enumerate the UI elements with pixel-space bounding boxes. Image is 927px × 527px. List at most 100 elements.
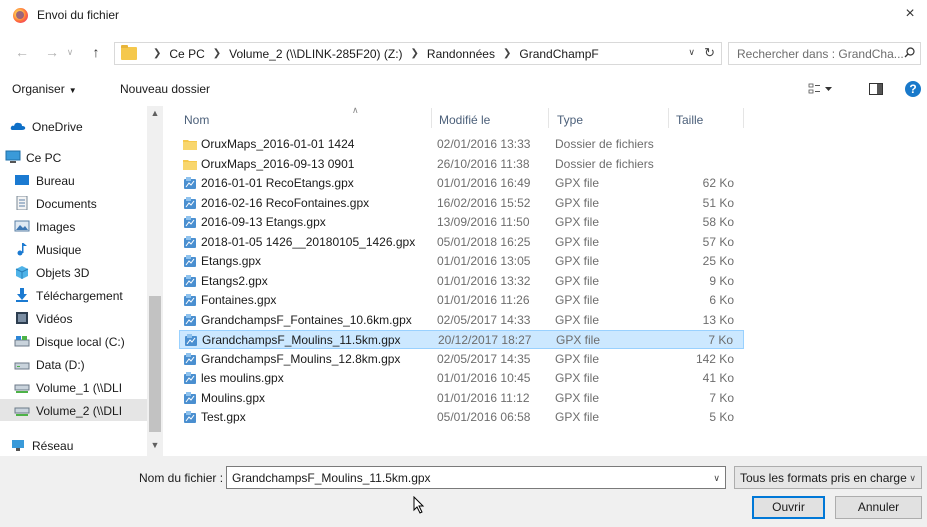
file-row[interactable]: 2016-01-01 RecoEtangs.gpx 01/01/2016 16:4… (179, 174, 744, 193)
column-divider[interactable] (668, 108, 669, 128)
sidebar-item-volume-1[interactable]: Volume_1 (\\DLI (0, 376, 147, 398)
music-icon (17, 243, 27, 256)
file-row[interactable]: Moulins.gpx 01/01/2016 11:12 GPX file 7 Ko (179, 389, 744, 408)
sidebar-item-documents[interactable]: Documents (0, 192, 147, 214)
gpx-file-icon (185, 334, 197, 346)
file-row[interactable]: 2018-01-05 1426__20180105_1426.gpx 05/01/… (179, 233, 744, 252)
sidebar-item-onedrive[interactable]: OneDrive (0, 115, 147, 137)
organize-button[interactable]: Organiser ▼ (12, 82, 77, 96)
sidebar-item-label: OneDrive (32, 120, 83, 134)
scroll-up-icon[interactable]: ▲ (147, 108, 163, 122)
breadcrumb-item[interactable]: Volume_2 (\\DLINK-285F20) (Z:) (229, 47, 402, 61)
images-icon (14, 220, 30, 232)
documents-icon (16, 196, 28, 210)
back-arrow-icon[interactable]: ← (14, 44, 30, 60)
file-name: Etangs2.gpx (201, 273, 268, 288)
column-header-name[interactable]: Nom (184, 113, 209, 137)
gpx-file-icon (184, 411, 196, 423)
sidebar-item-ce-pc[interactable]: Ce PC (0, 146, 147, 168)
file-modified: 01/01/2016 13:32 (437, 273, 531, 288)
breadcrumb-item[interactable]: Randonnées (427, 47, 495, 61)
close-button[interactable]: × (899, 3, 921, 25)
file-name: Test.gpx (201, 410, 246, 424)
file-type: GPX file (555, 195, 600, 210)
file-size: 5 Ko (709, 410, 734, 424)
view-options-icon[interactable] (808, 83, 832, 95)
file-row[interactable]: Etangs2.gpx 01/01/2016 13:32 GPX file 9 Ko (179, 272, 744, 291)
gpx-file-icon (184, 196, 196, 209)
sidebar-item-bureau[interactable]: Bureau (0, 169, 147, 191)
address-dropdown-icon[interactable]: ∨ (688, 47, 695, 58)
gpx-file-icon (184, 216, 196, 228)
download-icon (16, 288, 28, 302)
gpx-file-icon (184, 313, 196, 326)
file-row[interactable]: GrandchampsF_Moulins_11.5km.gpx 20/12/201… (179, 330, 744, 349)
file-type: GPX file (555, 273, 600, 288)
dialog-footer: Nom du fichier : GrandchampsF_Moulins_11… (0, 456, 927, 527)
sidebar-item-images[interactable]: Images (0, 215, 147, 237)
breadcrumb-item[interactable]: GrandChampF (519, 47, 598, 61)
column-header-type[interactable]: Type (557, 113, 583, 137)
file-row[interactable]: 2016-09-13 Etangs.gpx 13/09/2016 11:50 GPX… (179, 213, 744, 232)
cancel-button[interactable]: Annuler (835, 496, 922, 519)
sidebar-item-reseau[interactable]: Réseau (0, 434, 147, 456)
sidebar-item-volume-2[interactable]: Volume_2 (\\DLI (0, 399, 147, 421)
file-row[interactable]: Test.gpx 05/01/2016 06:58 GPX file 5 Ko (179, 408, 744, 427)
file-modified: 01/01/2016 11:12 (437, 390, 530, 405)
sidebar-item-label: Documents (36, 197, 97, 211)
file-row[interactable]: Fontaines.gpx 01/01/2016 11:26 GPX file 6 K… (179, 291, 744, 310)
preview-pane-icon[interactable] (869, 83, 883, 95)
sidebar-scrollbar[interactable]: ▲ ▼ (147, 106, 163, 456)
file-modified: 26/10/2016 11:38 (437, 156, 530, 171)
column-divider[interactable] (743, 108, 744, 128)
file-name: les moulins.gpx (201, 371, 284, 385)
navigation-pane: OneDrive Ce PC Bureau Documents Images M… (0, 106, 163, 456)
breadcrumb-item[interactable]: Ce PC (169, 47, 204, 61)
open-button[interactable]: Ouvrir (752, 496, 825, 519)
scrollbar-thumb[interactable] (149, 296, 161, 432)
file-row[interactable]: GrandchampsF_Moulins_12.8km.gpx 02/05/201… (179, 350, 744, 369)
new-folder-button[interactable]: Nouveau dossier (120, 82, 210, 96)
file-modified: 20/12/2017 18:27 (438, 333, 532, 347)
file-name: GrandchampsF_Moulins_12.8km.gpx (201, 351, 401, 366)
file-type: GPX file (555, 312, 600, 327)
file-row[interactable]: les moulins.gpx 01/01/2016 10:45 GPX file 4… (179, 369, 744, 388)
address-bar[interactable]: ❯ Ce PC ❯ Volume_2 (\\DLINK-285F20) (Z:)… (114, 42, 722, 65)
sidebar-item-objets-3d[interactable]: Objets 3D (0, 261, 147, 283)
gpx-file-icon (184, 274, 196, 287)
column-divider[interactable] (431, 108, 432, 128)
sidebar-item-musique[interactable]: Musique (0, 238, 147, 260)
file-modified: 01/01/2016 11:26 (437, 293, 530, 307)
file-row[interactable]: OruxMaps_2016-01-01 1424 02/01/2016 13:33… (179, 135, 744, 154)
filename-input[interactable]: GrandchampsF_Moulins_11.5km.gpx ∨ (226, 466, 726, 489)
search-placeholder: Rechercher dans : GrandCha... (737, 47, 904, 61)
file-row[interactable]: 2016-02-16 RecoFontaines.gpx 16/02/2016 1… (179, 194, 744, 213)
filename-value: GrandchampsF_Moulins_11.5km.gpx (232, 471, 431, 485)
file-row[interactable]: Etangs.gpx 01/01/2016 13:05 GPX file 25 Ko (179, 252, 744, 271)
search-input[interactable]: Rechercher dans : GrandCha... (728, 42, 921, 65)
recent-dropdown-icon[interactable]: ∨ (62, 44, 78, 60)
file-row[interactable]: OruxMaps_2016-09-13 0901 26/10/2016 11:38… (179, 155, 744, 174)
window-title: Envoi du fichier (37, 8, 120, 22)
chevron-down-icon[interactable]: ∨ (713, 473, 720, 484)
column-divider[interactable] (548, 108, 549, 128)
forward-arrow-icon[interactable]: → (44, 44, 60, 60)
file-name: Fontaines.gpx (201, 293, 277, 307)
file-modified: 05/01/2018 16:25 (437, 234, 531, 249)
file-size: 41 Ko (702, 371, 734, 385)
file-row[interactable]: GrandchampsF_Fontaines_10.6km.gpx 02/05/2… (179, 311, 744, 330)
refresh-icon[interactable]: ↻ (704, 45, 715, 61)
column-header-size[interactable]: Taille (676, 113, 703, 137)
scroll-down-icon[interactable]: ▼ (147, 440, 163, 454)
up-arrow-icon[interactable]: ↑ (88, 44, 104, 60)
sidebar-item-telechargement[interactable]: Téléchargement (0, 284, 147, 306)
column-header-modified[interactable]: Modifié le (439, 113, 490, 137)
sidebar-item-disque-local[interactable]: Disque local (C:) (0, 330, 147, 352)
sidebar-item-data-d[interactable]: Data (D:) (0, 353, 147, 375)
file-type-select[interactable]: Tous les formats pris en charge ∨ (734, 466, 922, 489)
cloud-icon (10, 122, 26, 130)
breadcrumb-separator-icon: ❯ (153, 48, 162, 59)
sidebar-item-videos[interactable]: Vidéos (0, 307, 147, 329)
sort-ascending-icon: ∧ (352, 105, 359, 115)
help-icon[interactable]: ? (905, 81, 921, 97)
